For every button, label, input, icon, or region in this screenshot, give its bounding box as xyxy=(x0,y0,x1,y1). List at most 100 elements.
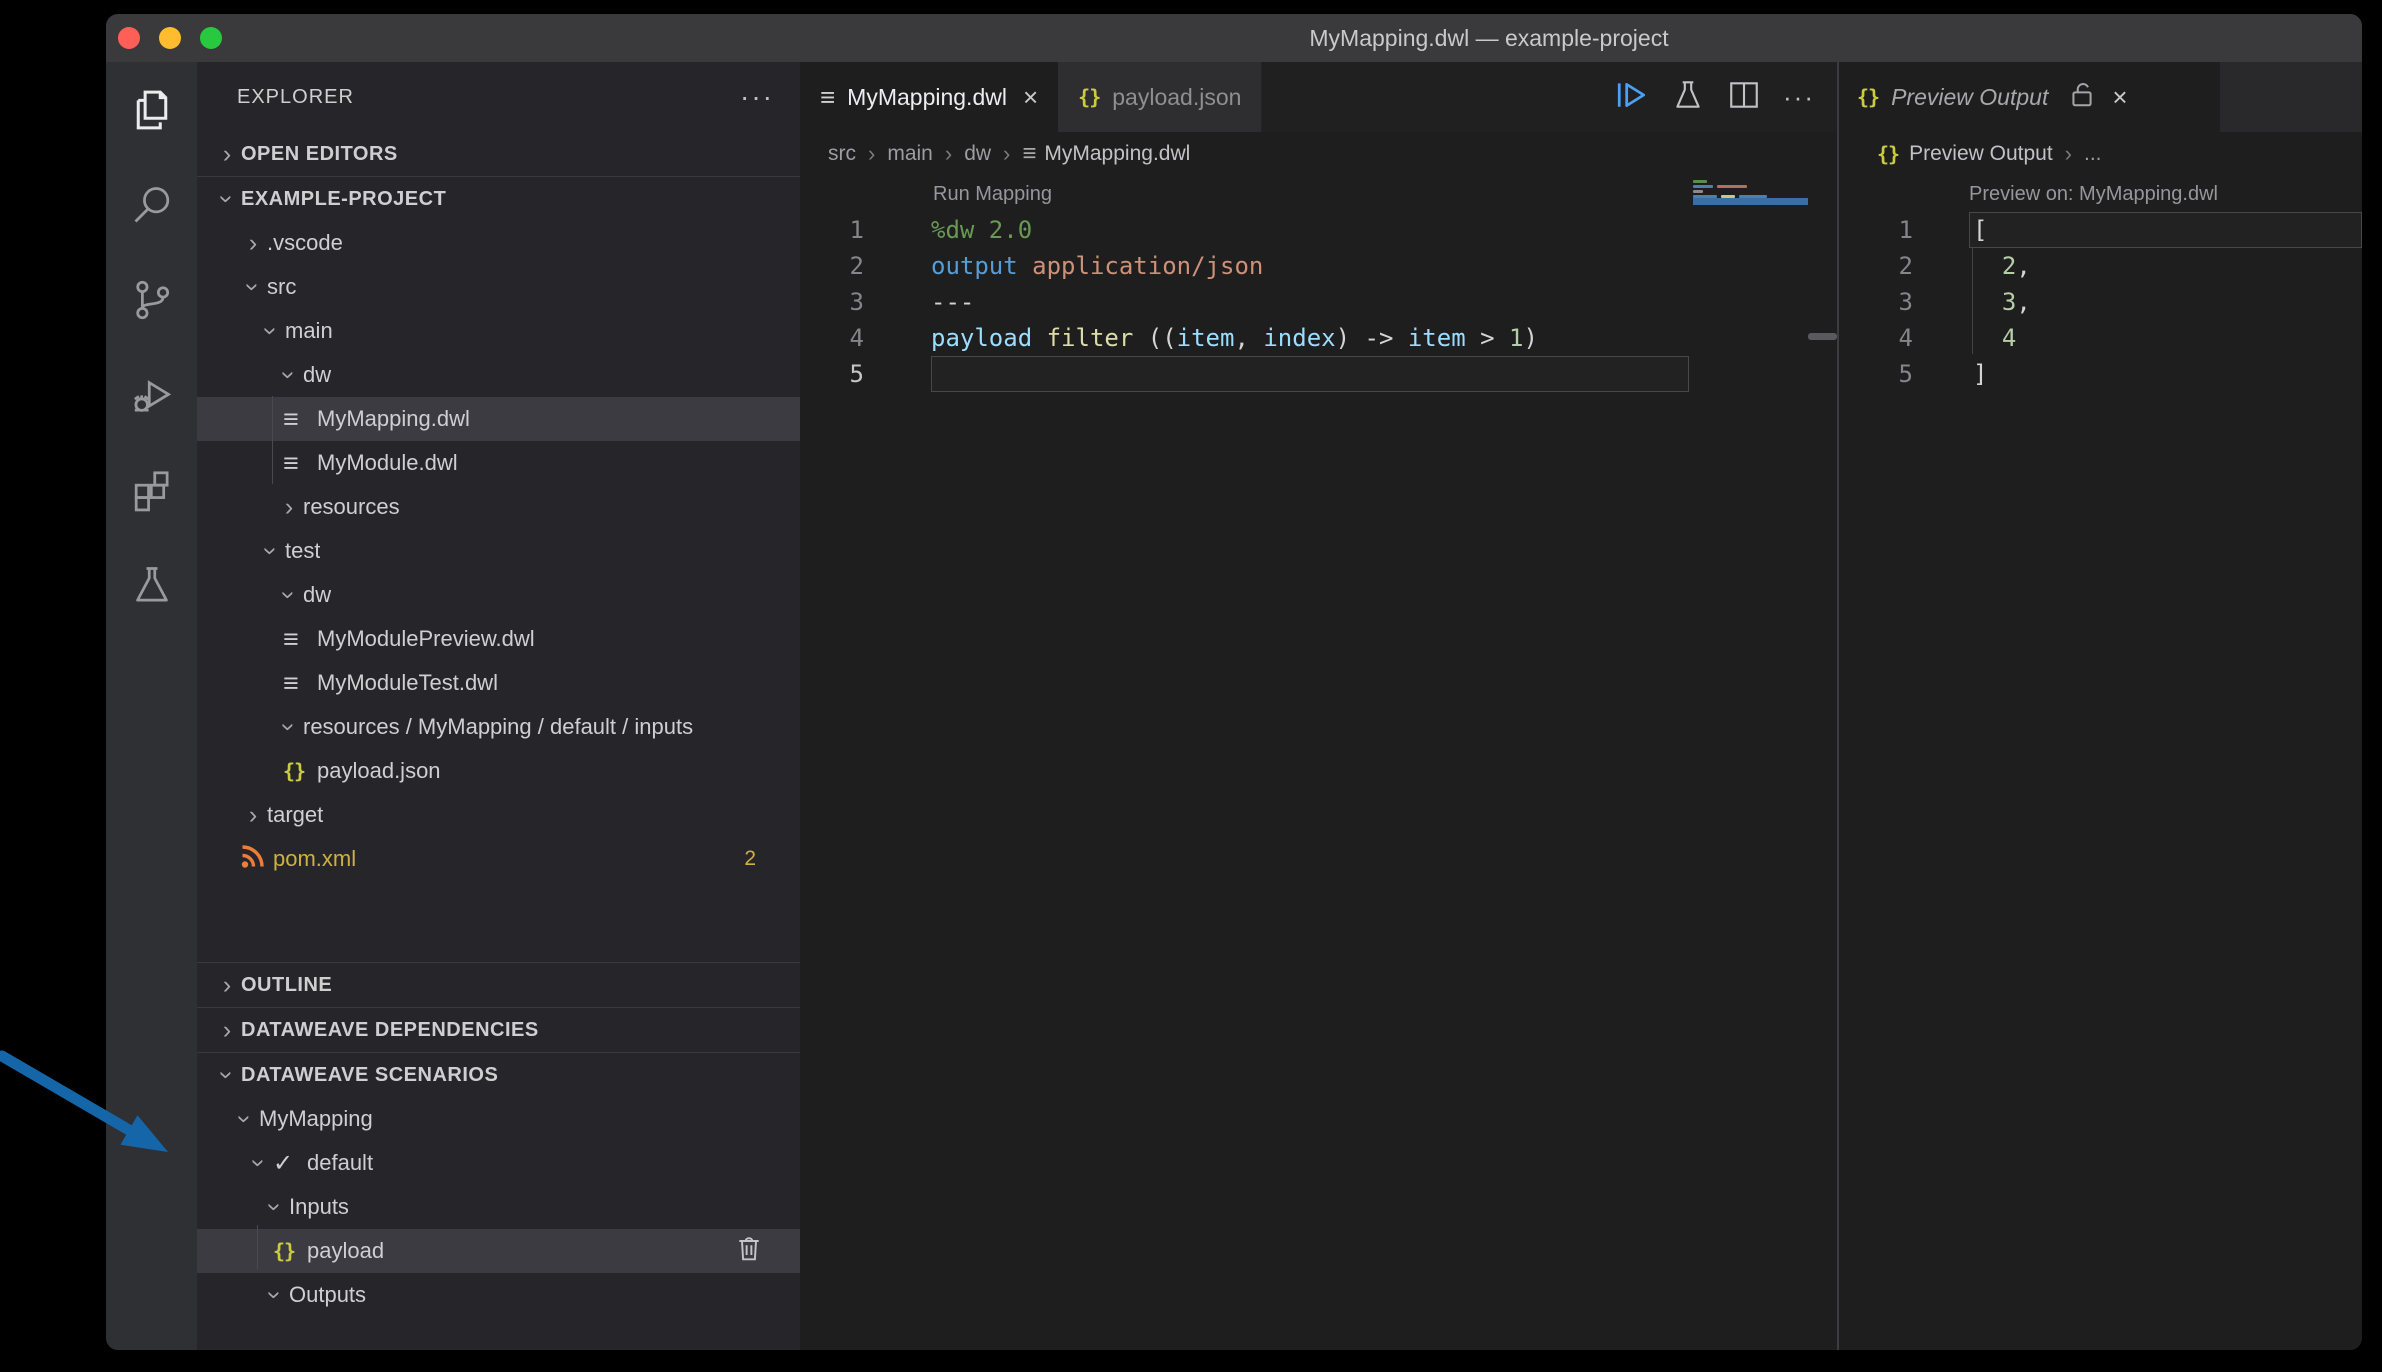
chevron-down-icon: › xyxy=(239,273,267,301)
scenario-item-payload[interactable]: {} payload xyxy=(197,1229,800,1273)
tree-item-resources-compact[interactable]: › resources / MyMapping / default / inpu… xyxy=(197,705,800,749)
source-control-icon[interactable] xyxy=(106,252,197,347)
tab-preview-output[interactable]: {} Preview Output × xyxy=(1839,62,2220,132)
section-dataweave-dependencies[interactable]: › DATAWEAVE DEPENDENCIES xyxy=(197,1007,800,1052)
file-lines-icon: ≡ xyxy=(283,624,317,655)
code-line: 4 4 xyxy=(1839,320,2362,356)
title-bar: MyMapping.dwl — example-project xyxy=(106,14,2362,62)
scrollbar-thumb[interactable] xyxy=(1808,333,1837,340)
json-braces-icon: {} xyxy=(1857,85,1879,109)
current-line-highlight xyxy=(931,356,1689,392)
indent-guide xyxy=(1972,248,1973,354)
chevron-down-icon: › xyxy=(245,1149,273,1177)
code-line: 5] xyxy=(1839,356,2362,392)
preview-on-codelens[interactable]: Preview on: MyMapping.dwl xyxy=(1839,176,2362,212)
tree-item-resources[interactable]: › resources xyxy=(197,485,800,529)
test-flask-icon[interactable] xyxy=(106,537,197,632)
minimize-window-icon[interactable] xyxy=(159,27,181,49)
code-line: 2output application/json xyxy=(800,248,1837,284)
indent-guide xyxy=(272,396,273,484)
section-outline[interactable]: › OUTLINE xyxy=(197,962,800,1007)
tree-item-dw[interactable]: › dw xyxy=(197,353,800,397)
breadcrumb-src[interactable]: src xyxy=(828,142,856,166)
explorer-icon[interactable] xyxy=(106,62,197,157)
tree-item-mymodule-dwl[interactable]: ≡ MyModule.dwl xyxy=(197,441,800,485)
editor-actions: ··· xyxy=(1615,62,1837,132)
chevron-down-icon: › xyxy=(261,1193,289,1221)
tree-item-vscode[interactable]: › .vscode xyxy=(197,221,800,265)
delete-trash-icon[interactable] xyxy=(736,1234,762,1268)
preview-tab-bar: {} Preview Output × xyxy=(1839,62,2362,132)
indent-guide xyxy=(257,1225,258,1269)
run-debug-icon[interactable] xyxy=(106,347,197,442)
zoom-window-icon[interactable] xyxy=(200,27,222,49)
chevron-down-icon: › xyxy=(257,537,285,565)
window-title: MyMapping.dwl — example-project xyxy=(1309,14,1668,62)
file-lines-icon: ≡ xyxy=(283,404,317,435)
tree-item-test[interactable]: › test xyxy=(197,529,800,573)
search-icon[interactable] xyxy=(106,157,197,252)
tree-item-pom-xml[interactable]: pom.xml 2 xyxy=(197,837,800,881)
scenario-item-inputs[interactable]: › Inputs xyxy=(197,1185,800,1229)
minimap-current-line xyxy=(1693,198,1808,205)
breadcrumb-file[interactable]: MyMapping.dwl xyxy=(1044,142,1190,166)
chevron-down-icon: › xyxy=(261,1281,289,1309)
breadcrumb-dw[interactable]: dw xyxy=(964,142,991,166)
file-lines-icon: ≡ xyxy=(820,82,835,113)
close-tab-icon[interactable]: × xyxy=(1023,82,1038,113)
extensions-icon[interactable] xyxy=(106,442,197,537)
chevron-down-icon: › xyxy=(213,185,241,213)
tree-item-main[interactable]: › main xyxy=(197,309,800,353)
run-mapping-codelens[interactable]: Run Mapping xyxy=(800,176,1837,212)
scenario-item-mymapping[interactable]: › MyMapping xyxy=(197,1097,800,1141)
vscode-window: MyMapping.dwl — example-project xyxy=(106,14,2362,1350)
tree-item-test-dw[interactable]: › dw xyxy=(197,573,800,617)
xml-rss-icon xyxy=(239,842,273,876)
json-braces-icon: {} xyxy=(283,759,317,783)
sidebar-title: EXPLORER xyxy=(237,86,354,109)
tree-item-mymodulepreview-dwl[interactable]: ≡ MyModulePreview.dwl xyxy=(197,617,800,661)
beaker-icon[interactable] xyxy=(1671,78,1705,117)
chevron-right-icon: › xyxy=(239,229,267,257)
preview-breadcrumb: {} Preview Output › ... xyxy=(1839,132,2362,176)
chevron-down-icon: › xyxy=(275,581,303,609)
json-braces-icon: {} xyxy=(1078,85,1100,109)
close-window-icon[interactable] xyxy=(118,27,140,49)
file-lines-icon: ≡ xyxy=(283,448,317,479)
json-braces-icon: {} xyxy=(273,1239,307,1263)
minimap[interactable] xyxy=(1693,178,1808,208)
tree-item-mymoduletest-dwl[interactable]: ≡ MyModuleTest.dwl xyxy=(197,661,800,705)
chevron-down-icon: › xyxy=(257,317,285,345)
tree-item-mymapping-dwl[interactable]: ≡ MyMapping.dwl xyxy=(197,397,800,441)
tree-item-example-project[interactable]: › EXAMPLE-PROJECT xyxy=(197,177,800,221)
screenshot-stage: MyMapping.dwl — example-project xyxy=(0,0,2382,1372)
tab-payload-json[interactable]: {} payload.json xyxy=(1058,62,1262,132)
chevron-right-icon: › xyxy=(213,1016,241,1044)
breadcrumb-preview-output[interactable]: Preview Output xyxy=(1909,142,2053,166)
current-line-highlight xyxy=(1969,212,2362,248)
breadcrumb-main[interactable]: main xyxy=(887,142,933,166)
scenario-item-default[interactable]: › ✓ default xyxy=(197,1141,800,1185)
unlocked-padlock-icon[interactable] xyxy=(2068,79,2096,115)
tree-item-target[interactable]: › target xyxy=(197,793,800,837)
traffic-lights xyxy=(118,27,222,49)
scenario-item-outputs[interactable]: › Outputs xyxy=(197,1273,800,1317)
section-dataweave-scenarios[interactable]: › DATAWEAVE SCENARIOS xyxy=(197,1052,800,1097)
code-line: 2 2, xyxy=(1839,248,2362,284)
more-actions-icon[interactable]: ··· xyxy=(1783,87,1815,107)
preview-editor[interactable]: Preview on: MyMapping.dwl 1[ 2 2, 3 3, 4… xyxy=(1839,176,2362,1350)
split-editor-icon[interactable] xyxy=(1727,78,1761,117)
tree-item-src[interactable]: › src xyxy=(197,265,800,309)
chevron-right-icon: › xyxy=(213,140,241,168)
code-line: 3 3, xyxy=(1839,284,2362,320)
sidebar-spacer xyxy=(197,881,800,962)
section-open-editors[interactable]: › OPEN EDITORS xyxy=(197,132,800,177)
code-line: 3--- xyxy=(800,284,1837,320)
tree-item-payload-json[interactable]: {} payload.json xyxy=(197,749,800,793)
close-tab-icon[interactable]: × xyxy=(2112,82,2127,113)
more-actions-icon[interactable]: ··· xyxy=(740,87,774,107)
breadcrumb-more[interactable]: ... xyxy=(2084,142,2102,166)
code-editor[interactable]: Run Mapping 1%dw 2.0 2output application… xyxy=(800,176,1837,1350)
tab-mymapping-dwl[interactable]: ≡ MyMapping.dwl × xyxy=(800,62,1058,132)
run-mapping-icon[interactable] xyxy=(1615,78,1649,117)
